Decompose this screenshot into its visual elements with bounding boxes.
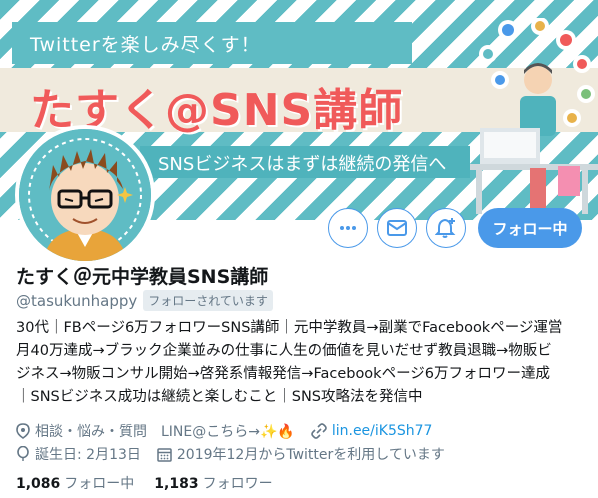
followers-stat[interactable]: 1,183 フォロワー — [154, 473, 272, 493]
birthday-text: 誕生日: 2月13日 — [35, 447, 141, 463]
handle-row: @tasukunhappy フォローされています — [16, 290, 273, 311]
message-button[interactable] — [377, 208, 417, 248]
avatar[interactable] — [15, 125, 155, 265]
more-dots-icon — [340, 226, 356, 230]
banner-tagline-bar: Twitterを楽しみ尽くす！ — [12, 22, 412, 64]
avatar-illustration — [19, 129, 151, 261]
bio-line: ｜SNSビジネス成功は継続と楽しむこと｜SNS攻略法を発信中 — [16, 389, 423, 405]
link-icon — [311, 423, 327, 439]
banner-subtitle: SNSビジネスはまずは継続の発信へ — [158, 154, 447, 175]
website-link[interactable]: lin.ee/iK5Sh77 — [332, 423, 433, 439]
balloon-icon — [17, 446, 29, 461]
following-count: 1,086 — [16, 476, 61, 492]
join-date: 2019年12月からTwitterを利用しています — [157, 444, 445, 464]
following-stat[interactable]: 1,086 フォロー中 — [16, 473, 134, 493]
meta-row-location: 相談・悩み・質問 LINE@こちら→✨🔥 lin.ee/iK5Sh77 — [16, 421, 448, 441]
display-name: たすく＠元中学教員SNS講師 — [16, 266, 269, 288]
envelope-icon — [387, 220, 407, 236]
website[interactable]: lin.ee/iK5Sh77 — [311, 423, 433, 439]
more-options-button[interactable] — [328, 208, 368, 248]
following-button[interactable]: フォロー中 — [478, 208, 582, 248]
banner-illustration — [470, 18, 598, 214]
location-text: 相談・悩み・質問 LINE@こちら→✨🔥 — [35, 424, 295, 440]
notifications-button[interactable] — [426, 208, 466, 248]
bio-line: 30代｜FBページ6万フォロワーSNS講師｜元中学教員→副業でFacebookペ… — [16, 320, 563, 336]
banner-tagline: Twitterを楽しみ尽くす！ — [30, 34, 261, 56]
calendar-icon — [157, 447, 172, 462]
follow-stats: 1,086 フォロー中 1,183 フォロワー — [16, 473, 293, 493]
meta-row-dates: 誕生日: 2月13日 2019年12月からTwitterを利用しています — [16, 444, 461, 464]
bio-line: 月40万達成→ブラック企業並みの仕事に人生の価値を見いだせず教員退職→物販ビ — [16, 343, 552, 359]
follows-you-badge: フォローされています — [143, 290, 273, 311]
handle: @tasukunhappy — [16, 291, 138, 310]
location-pin-icon — [16, 423, 30, 439]
join-date-text: 2019年12月からTwitterを利用しています — [176, 447, 445, 463]
bell-plus-icon — [435, 218, 456, 238]
birthday: 誕生日: 2月13日 — [16, 444, 141, 464]
followers-count: 1,183 — [154, 476, 199, 492]
following-label: フォロー中 — [64, 476, 135, 492]
location: 相談・悩み・質問 LINE@こちら→✨🔥 — [16, 421, 295, 441]
bio: 30代｜FBページ6万フォロワーSNS講師｜元中学教員→副業でFacebookペ… — [16, 317, 586, 409]
bio-line: ジネス→物販コンサル開始→啓発系情報発信→Facebookページ6万フォロワー達… — [16, 366, 551, 382]
followers-label: フォロワー — [202, 476, 273, 492]
